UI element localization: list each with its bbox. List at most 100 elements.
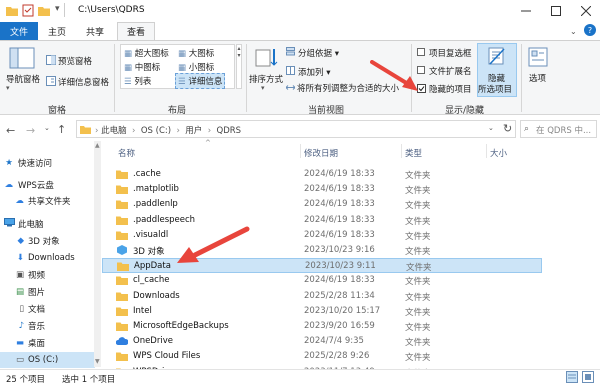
properties-icon[interactable] [22,4,34,17]
file-row[interactable]: Downloads 2025/2/28 11:34 文件夹 [102,289,542,304]
scroll-down-icon[interactable]: ▼ [95,358,100,365]
file-row[interactable]: AppData 2023/10/23 9:11 文件夹 [102,258,542,274]
nav-downloads[interactable]: ⬇ Downloads [0,250,95,266]
nav-3d-objects[interactable]: ◆ 3D 对象 [0,233,95,249]
file-type: 文件夹 [405,171,431,181]
nav-videos[interactable]: ▣ 视频 [0,267,95,283]
address-dropdown-icon[interactable]: ⌄ [488,124,494,132]
column-type[interactable]: 类型 [405,147,422,159]
add-columns-button[interactable]: 添加列 ▾ [298,66,330,78]
new-folder-icon[interactable] [38,5,50,16]
file-row[interactable]: Intel 2023/10/20 15:17 文件夹 [102,304,542,319]
layout-medium-icons[interactable]: ▦ 中图标 [124,61,160,73]
picture-icon: ▤ [15,287,24,297]
file-row[interactable]: WPS Cloud Files 2025/2/28 9:26 文件夹 [102,349,542,364]
minimize-button[interactable] [511,0,541,22]
cube-icon [116,245,128,255]
folder-icon [117,261,129,272]
file-date: 2024/6/19 18:33 [304,199,375,210]
collapse-ribbon-icon[interactable]: ⌄ [570,27,577,36]
star-icon: ★ [5,158,13,168]
nav-os-c[interactable]: ▭ OS (C:) [0,352,95,368]
preview-pane-button[interactable]: 预览窗格 [58,55,92,67]
file-type: 文件夹 [405,338,431,349]
nav-desktop[interactable]: ▬ 桌面 [0,335,95,351]
forward-icon[interactable]: → [26,124,35,137]
breadcrumb-users[interactable]: 用户 [185,126,202,136]
maximize-button[interactable] [541,0,571,22]
layout-details[interactable]: ☰ 详细信息 [175,73,226,89]
back-icon[interactable]: ← [6,124,15,137]
layout-extra-large-icons[interactable]: ▦ 超大图标 [124,47,169,59]
breadcrumb-this-pc[interactable]: 此电脑 [101,126,127,136]
file-row[interactable]: .matplotlib 2024/6/19 18:33 文件夹 [102,182,542,197]
address-folder-icon [80,124,91,134]
close-button[interactable] [571,0,600,22]
details-pane-button[interactable]: 详细信息窗格 [58,76,109,88]
nav-pane-icon [9,47,35,69]
file-date: 2024/7/4 9:35 [304,336,364,347]
desktop-icon: ▬ [15,338,24,348]
tab-view[interactable]: 查看 [117,22,155,40]
nav-documents[interactable]: ▯ 文档 [0,301,95,317]
nav-quick-access[interactable]: ★ 快速访问 [0,155,95,171]
layout-small-icons[interactable]: ▦ 小图标 [178,61,214,73]
file-row[interactable]: 3D 对象 2023/10/23 9:16 文件夹 [102,243,542,258]
help-icon[interactable]: ? [584,24,596,36]
up-icon[interactable]: ↑ [57,123,66,136]
layout-scroll-icon[interactable]: ▴ ▾ [236,44,242,89]
hidden-items-label[interactable]: 隐藏的项目 [429,83,472,95]
nav-pane-label[interactable]: 导航窗格 [6,73,40,85]
group-by-button[interactable]: 分组依据 ▾ [298,47,339,59]
qat-dropdown-icon[interactable]: ▾ [55,4,60,14]
layout-list[interactable]: ☰ 列表 [124,75,151,87]
file-row[interactable]: OneDrive 2024/7/4 9:35 文件夹 [102,334,542,349]
file-name: MicrosoftEdgeBackups [133,321,229,331]
details-pane-icon [46,76,56,86]
document-icon: ▯ [19,304,24,314]
file-row[interactable]: .cache 2024/6/19 18:33 文件夹 [102,167,542,182]
layout-large-icons[interactable]: ▦ 大图标 [178,47,214,59]
nav-wps-cloud[interactable]: ☁ WPS云盘 [0,177,95,193]
divider [246,44,247,112]
nav-scrollbar[interactable] [94,141,101,367]
file-extensions-label[interactable]: 文件扩展名 [429,65,472,77]
file-name: cl_cache [133,275,170,286]
file-date: 2024/6/19 18:33 [304,169,375,179]
file-type: 文件夹 [406,263,432,274]
file-row[interactable]: .paddlespeech 2024/6/19 18:33 文件夹 [102,213,542,228]
nav-pane-button[interactable] [8,46,36,70]
cube-icon: ◆ [17,236,24,246]
large-icons-view-icon[interactable] [582,371,594,383]
sort-by-button[interactable]: 排序方式 [249,73,283,85]
column-date[interactable]: 修改日期 [304,147,338,159]
file-row[interactable]: .paddlenlp 2024/6/19 18:33 文件夹 [102,197,542,212]
refresh-icon[interactable]: ↻ [503,122,512,135]
breadcrumb-os-c[interactable]: OS (C:) [141,126,171,136]
nav-shared-folder[interactable]: ☁ 共享文件夹 [0,193,95,209]
recent-locations-icon[interactable]: ⌄ [44,124,50,132]
file-row[interactable]: MicrosoftEdgeBackups 2023/9/20 16:59 文件夹 [102,319,542,334]
tab-file[interactable]: 文件 [0,22,38,40]
scroll-up-icon[interactable]: ▲ [95,142,100,149]
item-checkboxes-checkbox[interactable] [417,48,425,59]
search-placeholder: 在 QDRS 中... [536,126,592,136]
item-checkboxes-label[interactable]: 项目复选框 [429,47,472,59]
tab-share[interactable]: 共享 [80,22,110,40]
file-name: .visualdl [133,229,169,240]
file-name: 3D 对象 [133,247,165,257]
add-columns-icon [286,66,295,75]
file-row[interactable]: cl_cache 2024/6/19 18:33 文件夹 [102,273,542,288]
tab-home[interactable]: 主页 [42,22,72,40]
column-size[interactable]: 大小 [490,147,507,159]
options-button[interactable]: 选项 [529,72,546,84]
layout-group-label: 布局 [168,106,187,116]
nav-pictures[interactable]: ▤ 图片 [0,284,95,300]
divider [300,144,301,158]
details-view-icon[interactable] [566,371,578,383]
column-name[interactable]: 名称 [118,147,135,159]
breadcrumb-qdrs[interactable]: QDRS [217,126,242,136]
file-row[interactable]: .visualdl 2024/6/19 18:33 文件夹 [102,228,542,243]
nav-this-pc[interactable]: 此电脑 [0,216,95,232]
nav-music[interactable]: ♪ 音乐 [0,318,95,334]
